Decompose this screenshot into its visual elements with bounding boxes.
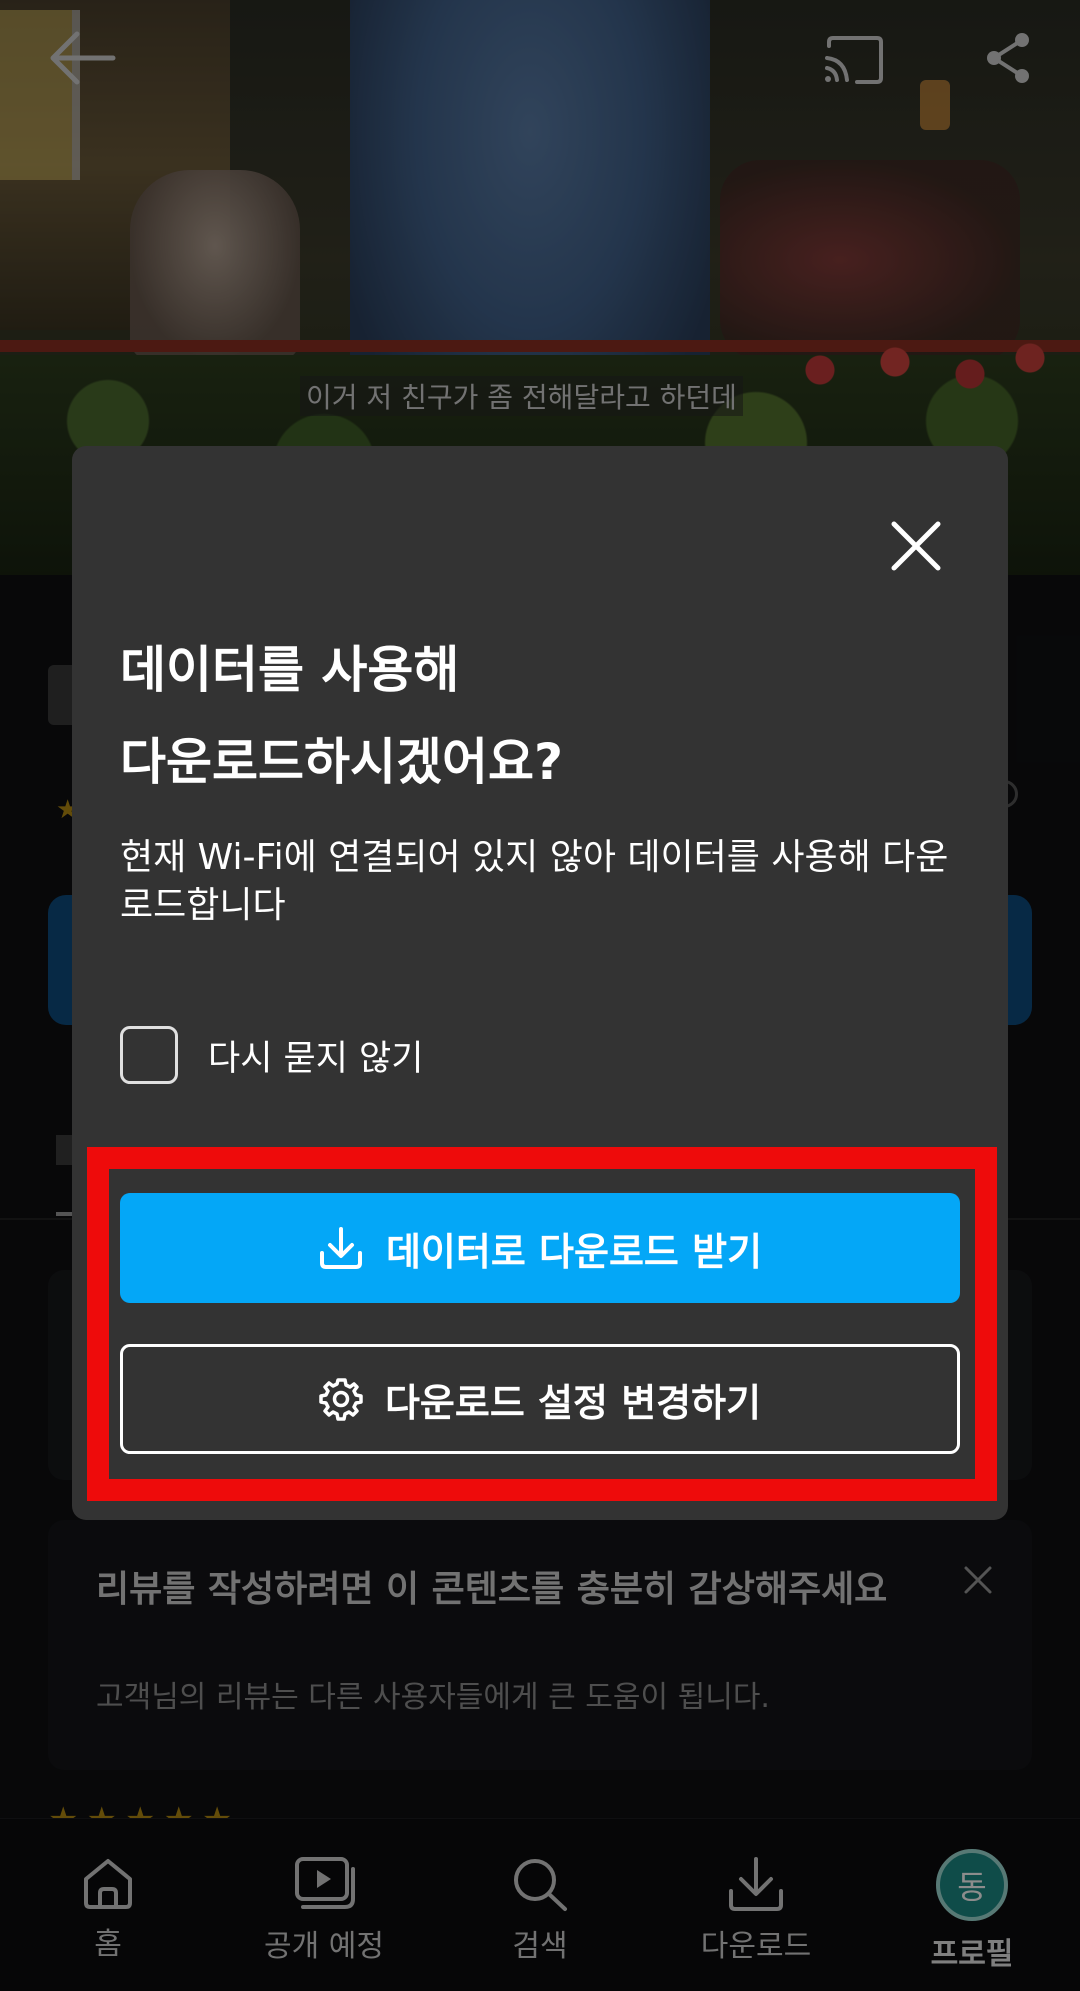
dialog-title-line-2: 다운로드하시겠어요? [120, 733, 564, 791]
dont-ask-again-label: 다시 묻지 않기 [208, 1038, 424, 1079]
screen: 이거 저 친구가 좀 전해달라고 하던데 ★ 리뷰를 작성하려면 이 콘텐츠를 … [0, 0, 1080, 1991]
change-download-settings-button[interactable]: 다운로드 설정 변경하기 [120, 1344, 960, 1454]
dont-ask-again-checkbox[interactable] [120, 1026, 178, 1084]
dialog-message: 현재 Wi-Fi에 연결되어 있지 않아 데이터를 사용해 다운로드합니다 [120, 837, 949, 926]
close-icon [891, 521, 941, 571]
download-with-data-button[interactable]: 데이터로 다운로드 받기 [120, 1193, 960, 1303]
gear-icon [319, 1377, 363, 1421]
dont-ask-again-option[interactable]: 다시 묻지 않기 [120, 1026, 423, 1084]
change-download-settings-label: 다운로드 설정 변경하기 [384, 1380, 762, 1425]
dialog-title-line-1: 데이터를 사용해 [120, 641, 460, 699]
download-with-data-label: 데이터로 다운로드 받기 [385, 1229, 763, 1274]
dialog-close-button[interactable] [882, 512, 950, 580]
download-icon [318, 1225, 364, 1271]
dialog-title: 데이터를 사용해 다운로드하시겠어요? [120, 624, 960, 808]
